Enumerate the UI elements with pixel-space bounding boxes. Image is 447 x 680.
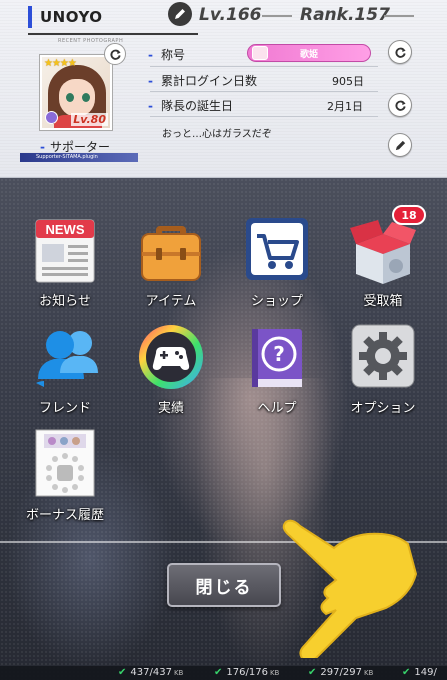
download-item: ✔ 297/297 KB — [308, 667, 374, 678]
title-badge: 歌姫 — [247, 44, 371, 62]
rarity-stars: ★★★★ — [44, 58, 77, 69]
login-days-value: 905日 — [332, 75, 364, 88]
player-level: Lv.166 — [199, 5, 262, 25]
plugin-tag: Supporter-SITAMA.plugin — [20, 153, 138, 162]
player-name-bar: UNOYO — [28, 6, 103, 28]
birthday-value: 2月1日 — [327, 100, 363, 113]
menu-item[interactable]: アイテム — [118, 214, 218, 314]
download-item: ✔ 437/437 KB — [118, 667, 184, 678]
birthday-row: - 隊長の誕生日 — [148, 98, 233, 114]
profile-comment: おっと…心はガラスだぞ — [162, 129, 272, 140]
player-name: UNOYO — [40, 8, 103, 26]
svg-text:?: ? — [273, 342, 285, 366]
edit-name-button[interactable] — [168, 2, 192, 26]
check-icon: ✔ — [308, 667, 317, 678]
gift-count-badge: 18 — [392, 205, 426, 225]
refresh-icon — [110, 49, 121, 60]
menu-bonus-history[interactable]: ボーナス履歴 — [12, 428, 112, 528]
change-title-button[interactable] — [388, 40, 412, 64]
level-divider — [262, 15, 292, 17]
pencil-icon — [175, 9, 185, 19]
menu-gift-box[interactable]: 受取箱 — [330, 214, 430, 314]
check-icon: ✔ — [118, 667, 127, 678]
menu-options[interactable]: オプション — [330, 321, 430, 421]
menu-friends[interactable]: フレンド — [12, 321, 112, 421]
menu-label: ボーナス履歴 — [25, 508, 104, 523]
friends-icon — [36, 331, 98, 387]
menu-label: 受取箱 — [363, 294, 403, 309]
gear-icon — [351, 324, 415, 388]
menu-label: アイテム — [145, 294, 197, 309]
menu-label: ヘルプ — [257, 401, 297, 416]
menu-label: フレンド — [38, 401, 91, 416]
menu-help[interactable]: ? ヘルプ — [224, 321, 324, 421]
player-rank: Rank.157 — [300, 5, 390, 25]
check-icon: ✔ — [402, 667, 411, 678]
briefcase-icon — [141, 226, 201, 281]
pointing-hand-icon — [282, 519, 418, 658]
gamepad-icon — [139, 325, 203, 389]
bonus-calendar-icon — [35, 429, 95, 497]
menu-label: お知らせ — [39, 294, 91, 309]
attribute-badge-icon — [45, 111, 58, 124]
refresh-icon — [395, 47, 406, 58]
title-portrait-icon — [252, 46, 268, 60]
name-accent-bar — [28, 6, 32, 28]
help-book-icon: ? — [252, 329, 302, 387]
check-icon: ✔ — [214, 667, 223, 678]
menu-label: オプション — [350, 401, 416, 416]
menu-label: ショップ — [250, 294, 303, 309]
refresh-icon — [395, 100, 406, 111]
avatar-level: Lv.80 — [71, 113, 108, 126]
download-status-bar: ✔ 437/437 KB ✔ 176/176 KB ✔ 297/297 KB ✔ 149/ — [0, 666, 447, 680]
news-word: NEWS — [46, 222, 85, 237]
change-supporter-button[interactable] — [104, 43, 126, 65]
cart-icon — [246, 218, 308, 280]
download-item: ✔ 149/ — [402, 667, 437, 678]
download-item: ✔ 176/176 KB — [214, 667, 280, 678]
rank-divider — [384, 15, 414, 17]
profile-panel: UNOYO RECENT PHOTOGRAPH Lv.166 Rank.157 … — [0, 0, 447, 178]
menu-label: 実績 — [157, 401, 184, 416]
change-birthday-button[interactable] — [388, 93, 412, 117]
menu-news[interactable]: NEWS お知らせ — [12, 214, 112, 314]
name-underline — [28, 33, 198, 35]
news-icon: NEWS — [35, 219, 95, 283]
menu-achievements[interactable]: 実績 — [118, 321, 218, 421]
menu-shop[interactable]: ショップ — [224, 214, 324, 314]
edit-comment-button[interactable] — [388, 133, 412, 157]
pencil-icon — [395, 140, 405, 150]
login-days-row: - 累計ログイン日数 — [148, 73, 257, 89]
supporter-avatar[interactable]: ★★★★ Lv.80 — [40, 55, 112, 130]
title-row: - 称号 — [148, 47, 185, 63]
